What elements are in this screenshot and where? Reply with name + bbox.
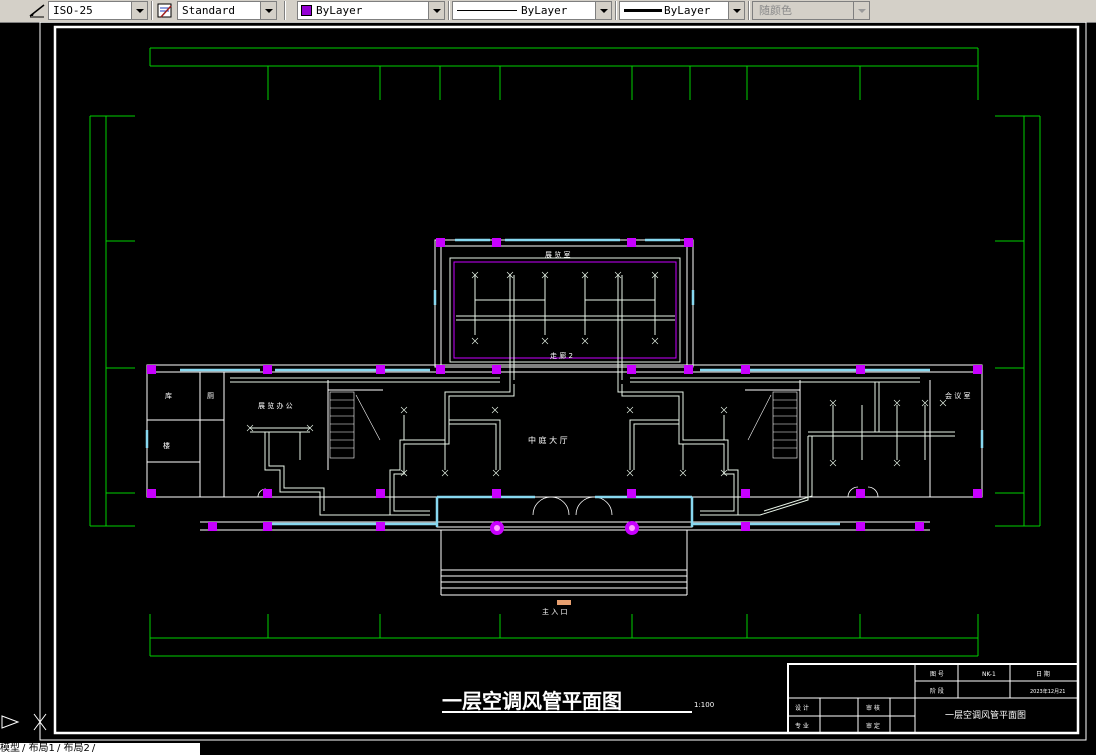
entrance-marker [557,600,571,605]
room-label-small-2: 厕 [207,392,214,400]
linetype-preview [457,10,517,11]
air-ducts [230,257,955,516]
toolbar-separator [284,1,286,20]
room-label-small-3: 楼 [163,441,170,450]
chevron-down-icon[interactable] [595,2,611,19]
room-label-small-1: 库 [165,391,172,400]
toolbar-separator [151,1,153,20]
linetype-value: ByLayer [521,4,568,17]
plotstyle-value: 随颜色 [759,4,792,17]
room-label-entrance: 主 入 口 [542,607,567,616]
toolbar-separator [448,1,450,20]
text-style-icon[interactable] [156,2,174,19]
room-label-hall: 中 庭 大 厅 [528,435,568,445]
tb-date-label: 日 期 [1036,670,1050,678]
drawing-svg[interactable]: 展 览 室 走 廊 2 中 庭 大 厅 展 览 办 公 会 议 室 库 厕 楼 … [0,22,1096,755]
tb-drawing-name: 一层空调风管平面图 [945,709,1026,721]
tb-drawing-no-label: 图 号 [930,671,944,678]
tb-approver-label: 审 定 [866,722,880,730]
tb-date-value: 2023年12月21 [1030,688,1065,695]
chevron-down-icon[interactable] [853,2,869,19]
room-label-corridor: 走 廊 2 [550,351,573,360]
plotstyle-dropdown[interactable]: 随颜色 [752,1,870,20]
ucs-icon [1,713,47,731]
tab-layout2[interactable]: 布局2 [64,743,90,754]
tb-stage-label: 阶 段 [930,687,944,695]
dimstyle-dropdown[interactable]: ISO-25 [48,1,148,20]
room-labels: 展 览 室 走 廊 2 中 庭 大 厅 展 览 办 公 会 议 室 库 厕 楼 … [163,250,970,616]
drawing-title: 一层空调风管平面图 [442,689,622,713]
stairs-right [747,391,798,459]
window-walls [145,238,984,527]
stairs-left [329,391,381,459]
toolbar-separator [748,1,750,20]
color-value: ByLayer [316,4,363,17]
structural-columns [147,238,982,535]
room-label-right: 会 议 室 [945,391,970,400]
building-walls [146,239,983,596]
tab-layout1[interactable]: 布局1 [29,743,55,754]
title-block-text: 图 号 NK-1 日 期 阶 段 2023年12月21 一层空调风管平面图 设 … [795,670,1065,730]
chevron-down-icon[interactable] [260,2,276,19]
textstyle-value: Standard [182,4,235,17]
toolbar-separator [615,1,617,20]
lineweight-dropdown[interactable]: ByLayer [619,1,745,20]
dimension-style-icon[interactable] [28,2,46,19]
tab-model[interactable]: 模型 [0,743,20,754]
textstyle-dropdown[interactable]: Standard [177,1,277,20]
tb-checker-label: 审 核 [866,704,880,712]
lineweight-value: ByLayer [664,4,711,17]
tb-major-label: 专 业 [795,722,809,730]
color-swatch [301,5,312,16]
color-dropdown[interactable]: ByLayer [297,1,445,20]
entrance-doors [257,486,879,516]
dimstyle-value: ISO-25 [53,4,93,17]
lineweight-preview [624,9,662,12]
air-diffusers [246,271,947,477]
linetype-dropdown[interactable]: ByLayer [452,1,612,20]
room-label-top: 展 览 室 [545,250,570,259]
chevron-down-icon[interactable] [428,2,444,19]
layout-tabs: 模型 / 布局1/ 布局2/ [0,743,200,755]
room-label-left: 展 览 办 公 [258,401,293,410]
column-highlight [494,525,500,531]
drawing-frame [53,25,1080,735]
paper-border [39,22,1087,741]
tb-designer-label: 设 计 [795,704,809,712]
tb-drawing-no-value: NK-1 [982,671,996,678]
drawing-canvas[interactable]: 展 览 室 走 廊 2 中 庭 大 厅 展 览 办 公 会 议 室 库 厕 楼 … [0,22,1096,755]
drawing-scale: 1:100 [694,701,714,709]
chevron-down-icon[interactable] [728,2,744,19]
properties-toolbar: ISO-25 Standard ByLayer ByLayer ByLayer … [0,0,1096,23]
column-highlight [629,525,635,531]
chevron-down-icon[interactable] [131,2,147,19]
